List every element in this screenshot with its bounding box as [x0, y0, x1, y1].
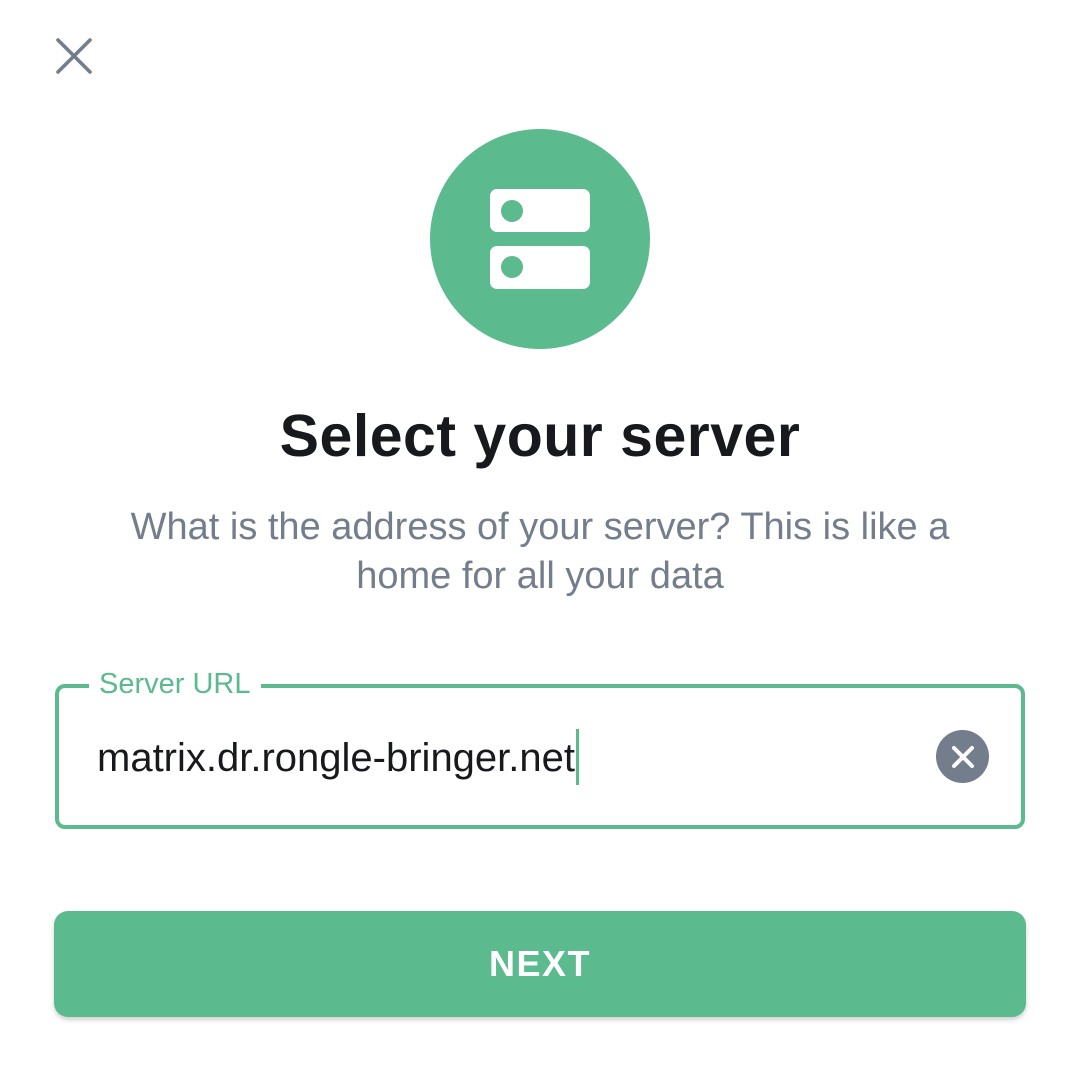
server-url-value: matrix.dr.rongle-bringer.net [97, 736, 576, 780]
server-hero-circle [430, 129, 650, 349]
clear-icon [951, 745, 974, 768]
page-title: Select your server [279, 403, 801, 469]
close-button[interactable] [44, 26, 104, 86]
close-icon [56, 38, 92, 74]
server-url-field[interactable]: Server URL matrix.dr.rongle-bringer.net [55, 664, 1025, 829]
text-cursor [576, 729, 580, 786]
server-url-label: Server URL [89, 664, 261, 704]
server-icon [490, 189, 590, 289]
clear-button[interactable] [936, 730, 989, 783]
server-url-input[interactable]: matrix.dr.rongle-bringer.net [97, 729, 580, 788]
page-subtitle: What is the address of your server? This… [130, 506, 950, 597]
next-button[interactable]: NEXT [54, 911, 1026, 1017]
